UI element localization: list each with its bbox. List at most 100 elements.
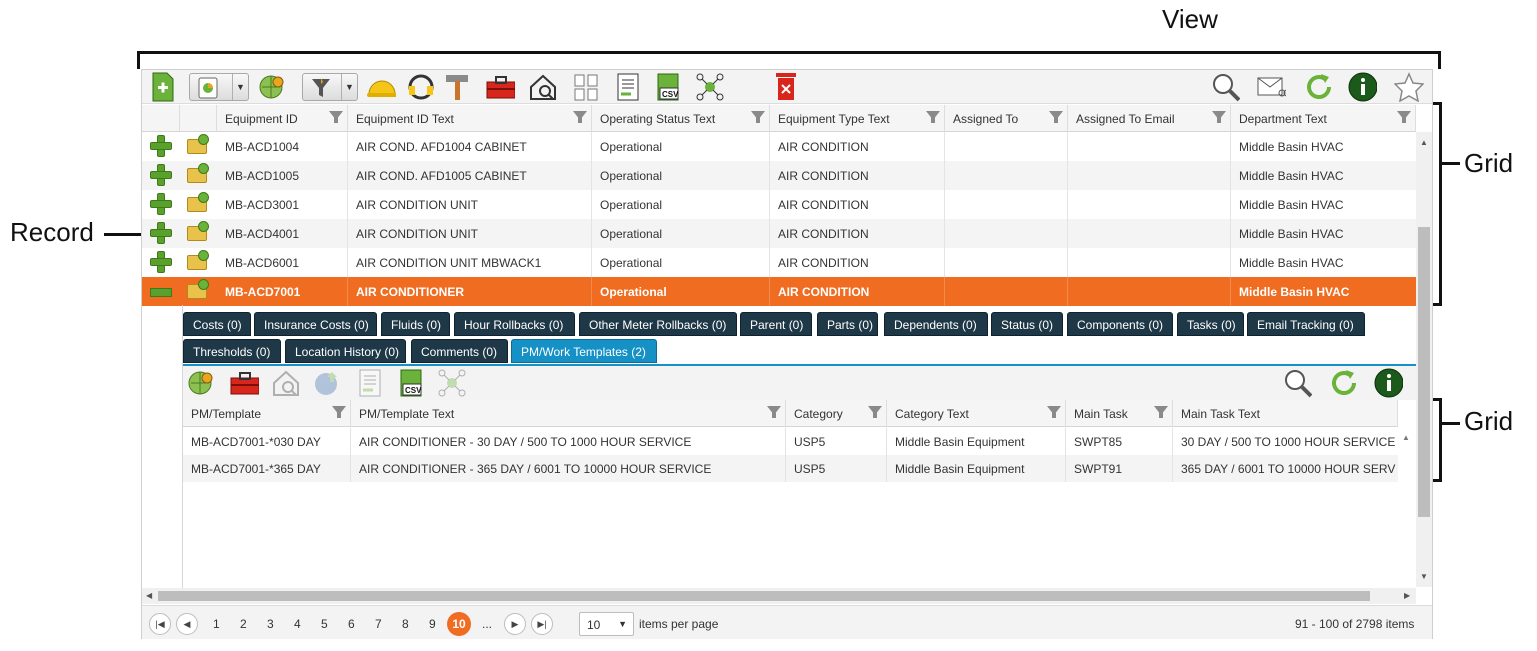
expand-plus-icon[interactable] (151, 165, 171, 185)
sub-scroll-up-arrow-icon[interactable]: ▲ (1402, 433, 1410, 442)
grid-header-assigned-to[interactable]: Assigned To (945, 105, 1068, 132)
tab-tasks[interactable]: Tasks (0) (1177, 312, 1244, 336)
tab-costs[interactable]: Costs (0) (183, 312, 251, 336)
horizontal-scrollbar[interactable]: ◀ ▶ (142, 588, 1416, 604)
filter-icon[interactable] (926, 111, 940, 123)
tab-dependents[interactable]: Dependents (0) (884, 312, 988, 336)
page-8[interactable]: 8 (402, 617, 409, 631)
main-grid-scrollbar[interactable]: ▲ ▼ (1416, 132, 1432, 587)
open-record-icon[interactable] (187, 134, 209, 154)
table-row[interactable]: MB-ACD3001 AIR CONDITION UNIT Operationa… (142, 190, 1416, 219)
grid-header-equipment-type[interactable]: Equipment Type Text (770, 105, 945, 132)
favorite-star-icon[interactable] (1394, 72, 1424, 102)
sub-header-category[interactable]: Category (786, 400, 887, 427)
page-5[interactable]: 5 (321, 617, 328, 631)
filter-icon[interactable] (1047, 406, 1061, 418)
last-page-button[interactable]: ▶| (531, 613, 553, 635)
collapse-minus-icon[interactable] (151, 289, 171, 296)
table-row[interactable]: MB-ACD7001-*030 DAY AIR CONDITIONER - 30… (183, 428, 1398, 455)
expand-plus-icon[interactable] (151, 223, 171, 243)
info-icon[interactable] (1373, 368, 1403, 398)
new-record-icon[interactable] (148, 72, 178, 102)
filter-icon[interactable] (332, 406, 346, 418)
page-6[interactable]: 6 (348, 617, 355, 631)
page-3[interactable]: 3 (267, 617, 274, 631)
scroll-right-arrow-icon[interactable]: ▶ (1404, 591, 1410, 600)
refresh-icon[interactable] (1328, 368, 1358, 398)
network-icon[interactable] (695, 72, 725, 102)
house-search-icon[interactable] (528, 72, 558, 102)
tab-email-tracking[interactable]: Email Tracking (0) (1247, 312, 1365, 336)
tab-pm-work-templates[interactable]: PM/Work Templates (2) (511, 339, 657, 363)
prev-page-button[interactable]: ◀ (176, 613, 198, 635)
scroll-down-arrow-icon[interactable]: ▼ (1420, 572, 1428, 581)
map-pin-icon[interactable] (186, 368, 216, 398)
toolbox-icon[interactable] (485, 72, 515, 102)
tab-parts[interactable]: Parts (0) (817, 312, 878, 336)
sub-header-main-task-text[interactable]: Main Task Text (1173, 400, 1398, 427)
grid-header-assigned-email[interactable]: Assigned To Email (1068, 105, 1231, 132)
info-icon[interactable] (1347, 72, 1377, 102)
report-icon[interactable] (355, 368, 385, 398)
toolbox-icon[interactable] (229, 368, 259, 398)
tab-components[interactable]: Components (0) (1067, 312, 1173, 336)
grid-header-equipment-id-text[interactable]: Equipment ID Text (348, 105, 592, 132)
sub-header-category-text[interactable]: Category Text (887, 400, 1066, 427)
search-icon[interactable] (1210, 72, 1240, 102)
table-row[interactable]: MB-ACD1005 AIR COND. AFD1005 CABINET Ope… (142, 161, 1416, 190)
filter-icon[interactable] (1397, 111, 1411, 123)
table-row[interactable]: MB-ACD7001-*365 DAY AIR CONDITIONER - 36… (183, 455, 1398, 482)
page-4[interactable]: 4 (294, 617, 301, 631)
filter-icon[interactable] (573, 111, 587, 123)
next-page-button[interactable]: ▶ (504, 613, 526, 635)
filter-icon[interactable] (868, 406, 882, 418)
sub-header-pm-template-text[interactable]: PM/Template Text (351, 400, 786, 427)
hammer-icon[interactable] (442, 72, 472, 102)
table-row[interactable]: MB-ACD4001 AIR CONDITION UNIT Operationa… (142, 219, 1416, 248)
map-pin-icon[interactable] (257, 72, 287, 102)
filter-icon[interactable] (767, 406, 781, 418)
tab-thresholds[interactable]: Thresholds (0) (183, 339, 281, 363)
tab-parent[interactable]: Parent (0) (740, 312, 812, 336)
filter-icon[interactable] (1154, 406, 1168, 418)
headset-icon[interactable] (406, 72, 436, 102)
expand-plus-icon[interactable] (151, 194, 171, 214)
sub-header-pm-template[interactable]: PM/Template (183, 400, 351, 427)
grid-header-equipment-id[interactable]: Equipment ID (217, 105, 348, 132)
page-ellipsis[interactable]: ... (482, 617, 492, 631)
layout-dropdown[interactable]: ▼ (189, 73, 249, 101)
sub-header-main-task[interactable]: Main Task (1066, 400, 1173, 427)
open-record-icon[interactable] (187, 221, 209, 241)
filter-icon[interactable] (1212, 111, 1226, 123)
filter-dropdown[interactable]: ▼ (302, 73, 358, 101)
scrollbar-thumb[interactable] (1418, 227, 1430, 517)
web-upload-icon[interactable] (312, 368, 342, 398)
csv-icon[interactable]: CSV (397, 368, 427, 398)
filter-icon[interactable] (751, 111, 765, 123)
copy-icon[interactable] (572, 72, 602, 102)
tab-hour-rollbacks[interactable]: Hour Rollbacks (0) (454, 312, 575, 336)
csv-icon[interactable]: CSV (654, 72, 684, 102)
page-size-select[interactable]: 10 ▼ (579, 612, 634, 636)
open-record-icon[interactable] (187, 279, 209, 299)
table-row[interactable]: MB-ACD1004 AIR COND. AFD1004 CABINET Ope… (142, 132, 1416, 161)
tab-fluids[interactable]: Fluids (0) (381, 312, 450, 336)
scroll-left-arrow-icon[interactable]: ◀ (146, 591, 152, 600)
expand-plus-icon[interactable] (151, 136, 171, 156)
page-9[interactable]: 9 (429, 617, 436, 631)
open-record-icon[interactable] (187, 163, 209, 183)
refresh-icon[interactable] (1303, 72, 1333, 102)
delete-icon[interactable] (771, 72, 801, 102)
email-icon[interactable] (1256, 72, 1286, 102)
tab-location-history[interactable]: Location History (0) (285, 339, 406, 363)
table-row[interactable]: MB-ACD6001 AIR CONDITION UNIT MBWACK1 Op… (142, 248, 1416, 277)
tab-comments[interactable]: Comments (0) (411, 339, 508, 363)
open-record-icon[interactable] (187, 192, 209, 212)
page-7[interactable]: 7 (375, 617, 382, 631)
network-icon[interactable] (437, 368, 467, 398)
filter-icon[interactable] (329, 111, 343, 123)
scroll-up-arrow-icon[interactable]: ▲ (1420, 138, 1428, 147)
first-page-button[interactable]: |◀ (149, 613, 171, 635)
report-icon[interactable] (613, 72, 643, 102)
search-icon[interactable] (1282, 368, 1312, 398)
